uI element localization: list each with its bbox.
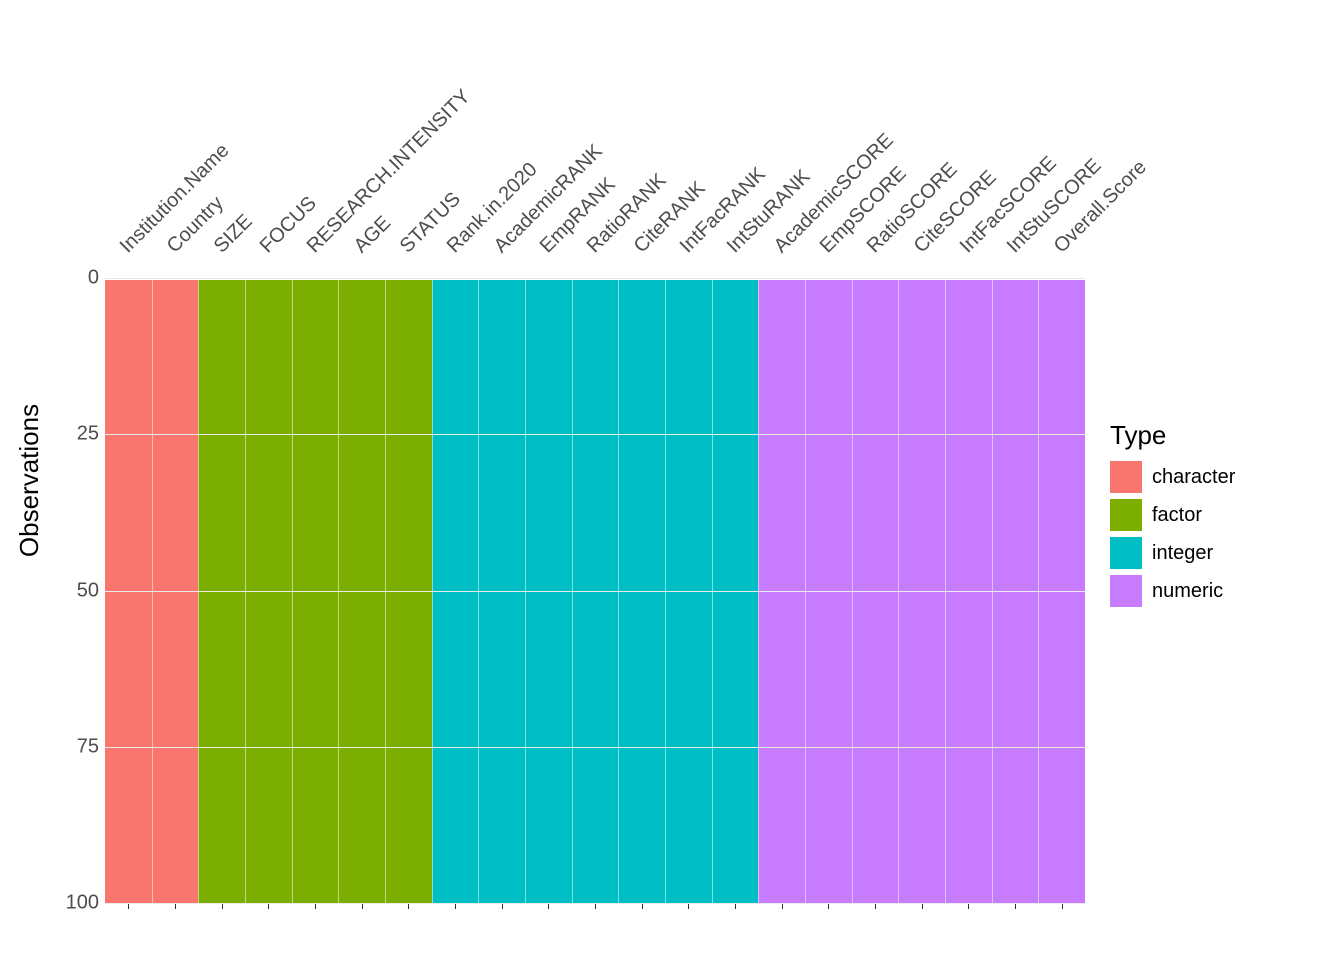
y-gridline (105, 278, 1085, 279)
bar-column (385, 280, 432, 903)
bar-column (665, 280, 712, 903)
y-axis-tick-label: 100 (39, 892, 99, 915)
y-axis-tick-label: 25 (39, 423, 99, 446)
legend-label: factor (1152, 504, 1202, 527)
bar-column (198, 280, 245, 903)
legend-items: character factor integer numeric (1110, 461, 1320, 607)
bar-column (945, 280, 992, 903)
bar-column (1038, 280, 1085, 903)
bar-column (898, 280, 945, 903)
y-axis-title: Observations (10, 0, 50, 960)
bar-column (852, 280, 899, 903)
bar-column (758, 280, 805, 903)
bar-column (152, 280, 199, 903)
bar-column (992, 280, 1039, 903)
y-gridline (105, 591, 1085, 592)
legend-item: factor (1110, 499, 1320, 531)
bar-column (105, 280, 152, 903)
bar-column (432, 280, 479, 903)
legend-item: integer (1110, 537, 1320, 569)
chart-container: Observations 0 25 50 75 100 Institution.Name… (0, 0, 1344, 960)
bar-column (712, 280, 759, 903)
legend-swatch (1110, 537, 1142, 569)
y-axis-tick-label: 0 (39, 267, 99, 290)
y-gridline (105, 903, 1085, 904)
bar-column (525, 280, 572, 903)
legend-label: numeric (1152, 580, 1223, 603)
bar-column (805, 280, 852, 903)
legend-label: character (1152, 466, 1235, 489)
bar-column (338, 280, 385, 903)
bar-column (245, 280, 292, 903)
legend-swatch (1110, 575, 1142, 607)
legend-swatch (1110, 499, 1142, 531)
legend-swatch (1110, 461, 1142, 493)
y-axis-tick-label: 75 (39, 735, 99, 758)
legend-item: numeric (1110, 575, 1320, 607)
y-axis-tick-label: 50 (39, 579, 99, 602)
legend: Type character factor integer numeric (1110, 420, 1320, 613)
legend-title: Type (1110, 420, 1320, 451)
plot-panel (105, 278, 1085, 903)
bar-column (292, 280, 339, 903)
bar-column (478, 280, 525, 903)
y-gridline (105, 747, 1085, 748)
bar-column (618, 280, 665, 903)
y-gridline (105, 434, 1085, 435)
legend-label: integer (1152, 542, 1213, 565)
bar-column (572, 280, 619, 903)
legend-item: character (1110, 461, 1320, 493)
x-axis-labels: Institution.NameCountrySIZEFOCUSRESEARCH… (105, 0, 1085, 278)
